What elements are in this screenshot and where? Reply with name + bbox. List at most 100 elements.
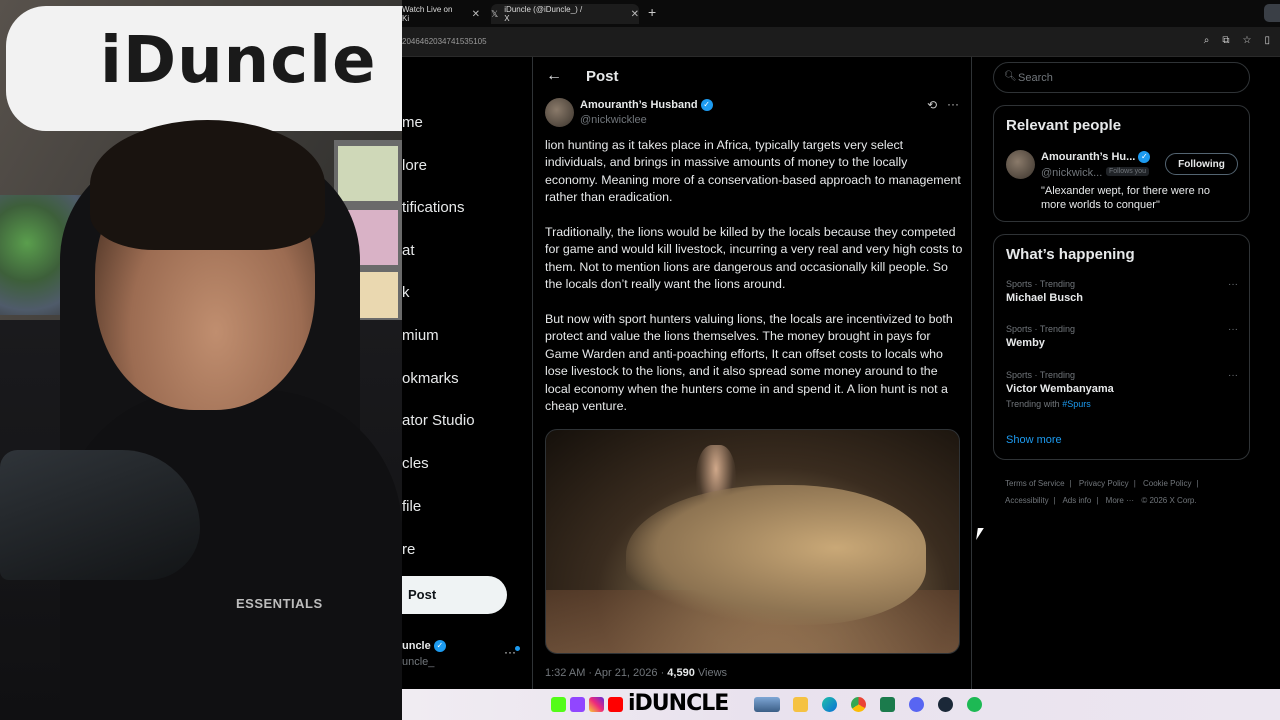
close-icon[interactable]: ✕: [472, 9, 480, 20]
more-options-icon[interactable]: ···: [1228, 324, 1238, 335]
search-input[interactable]: [1018, 69, 1238, 87]
relevant-people-card: Relevant people Amouranth’s Hu... ✓ @nic…: [993, 105, 1250, 222]
author-handle[interactable]: @nickwicklee: [580, 114, 647, 126]
card-title: What’s happening: [1006, 246, 1135, 263]
profile-icon[interactable]: [1264, 4, 1280, 22]
footer-link-privacy[interactable]: Privacy Policy: [1079, 479, 1129, 488]
screen: Watch Live on Ki ✕ 𝕏 iDuncle (@iDuncle_)…: [0, 0, 1280, 720]
post-time[interactable]: 1:32 AM · Apr 21, 2026 ·: [545, 667, 667, 679]
folder-icon[interactable]: [793, 697, 808, 712]
nav-item-home[interactable]: me: [402, 114, 423, 131]
left-navigation: me lore tifications at k mium okmarks at…: [402, 57, 532, 689]
verified-badge-icon: ✓: [1138, 151, 1151, 164]
nav-item-creator-studio[interactable]: ator Studio: [402, 412, 475, 429]
post-header: ← Post: [533, 57, 971, 97]
account-name: uncle: [402, 640, 431, 652]
url-text[interactable]: 2046462034741535105: [402, 37, 487, 46]
new-tab-icon[interactable]: +: [648, 4, 656, 20]
photo-lion: [626, 485, 926, 625]
nav-item-explore[interactable]: lore: [402, 157, 427, 174]
install-icon[interactable]: ⧉: [1222, 35, 1229, 46]
author-name-link[interactable]: Amouranth’s Husband ✓: [580, 99, 713, 112]
sidepanel-icon[interactable]: ▯: [1264, 35, 1270, 46]
mountain-icon[interactable]: [754, 697, 780, 712]
browser-tab-kick[interactable]: Watch Live on Ki ✕: [402, 4, 480, 24]
trending-with: Trending with #Spurs: [1006, 399, 1238, 409]
edge-icon[interactable]: [822, 697, 837, 712]
browser-tab-bar: Watch Live on Ki ✕ 𝕏 iDuncle (@iDuncle_)…: [402, 0, 1280, 27]
trend-item[interactable]: Sports · Trending Michael Busch ···: [1006, 279, 1238, 304]
post-timestamp: 1:32 AM · Apr 21, 2026 · 4,590 Views: [545, 667, 727, 679]
footer-copyright: © 2026 X Corp.: [1141, 496, 1197, 505]
nav-item-more[interactable]: re: [402, 541, 415, 558]
more-options-icon[interactable]: ···: [1228, 279, 1238, 290]
more-options-icon[interactable]: ···: [1228, 370, 1238, 381]
trend-category: Sports · Trending: [1006, 324, 1076, 334]
grok-icon[interactable]: ⟲: [927, 98, 937, 112]
post-photo[interactable]: [545, 429, 960, 654]
zoom-icon[interactable]: ⌕: [1204, 35, 1210, 46]
footer-link-cookie[interactable]: Cookie Policy: [1143, 479, 1191, 488]
nav-item-articles[interactable]: cles: [402, 455, 429, 472]
footer-link-terms[interactable]: Terms of Service: [1005, 479, 1065, 488]
taskbar-brand-text: iDUNCLE: [628, 691, 729, 716]
post-text: lion hunting as it takes place in Africa…: [545, 137, 963, 433]
steam-icon[interactable]: [938, 697, 953, 712]
footer-link-accessibility[interactable]: Accessibility: [1005, 496, 1049, 505]
discord-icon[interactable]: [909, 697, 924, 712]
webcam-overlay: iDuncle ESSENTIALS: [0, 0, 402, 720]
search-box: 🔍︎: [993, 62, 1250, 93]
trend-item[interactable]: Sports · Trending Wemby ···: [1006, 324, 1238, 349]
account-switcher[interactable]: uncle ✓: [402, 640, 446, 653]
trend-category: Sports · Trending: [1006, 370, 1076, 380]
footer-separator: |: [1133, 479, 1136, 488]
nav-item-profile[interactable]: file: [402, 498, 421, 515]
post-paragraph: But now with sport hunters valuing lions…: [545, 312, 953, 414]
twitch-icon[interactable]: [570, 697, 585, 712]
post-button[interactable]: Post: [402, 576, 507, 614]
footer-separator: |: [1069, 479, 1072, 488]
trend-item[interactable]: Sports · Trending Victor Wembanyama Tren…: [1006, 370, 1238, 409]
trending-with-hashtag[interactable]: #Spurs: [1062, 399, 1091, 409]
x-logo-icon: 𝕏: [491, 8, 499, 19]
page-title: Post: [586, 68, 619, 85]
kick-icon[interactable]: [551, 697, 566, 712]
footer-link-ads-info[interactable]: Ads info: [1062, 496, 1091, 505]
author-avatar[interactable]: [545, 98, 574, 127]
person-handle[interactable]: @nickwick...: [1041, 167, 1102, 179]
shirt-text: ESSENTIALS: [236, 596, 323, 611]
post-paragraph: Traditionally, the lions would be killed…: [545, 225, 963, 292]
more-options-icon[interactable]: ···: [947, 97, 959, 111]
nav-item-bookmarks[interactable]: okmarks: [402, 370, 459, 387]
bookmark-star-icon[interactable]: ☆: [1243, 35, 1252, 46]
card-title: Relevant people: [1006, 117, 1122, 134]
footer-link-more[interactable]: More ···: [1106, 496, 1134, 505]
right-sidebar: 🔍︎ Relevant people Amouranth’s Hu... ✓ @…: [972, 57, 1280, 689]
microphone: [0, 450, 200, 580]
browser-tab-x[interactable]: 𝕏 iDuncle (@iDuncle_) / X ✕: [491, 4, 639, 24]
tab-label: Watch Live on Ki: [402, 5, 453, 23]
following-button[interactable]: Following: [1165, 153, 1238, 175]
nav-item-premium[interactable]: mium: [402, 327, 439, 344]
footer-separator: |: [1196, 479, 1199, 488]
views-label: Views: [694, 667, 728, 679]
nav-item-chat[interactable]: at: [402, 242, 415, 259]
nav-item-notifications[interactable]: tifications: [402, 199, 465, 216]
instagram-icon[interactable]: [589, 697, 604, 712]
back-arrow-icon[interactable]: ←: [546, 67, 562, 85]
trend-category: Sports · Trending: [1006, 279, 1076, 289]
footer-separator: |: [1053, 496, 1056, 505]
show-more-link[interactable]: Show more: [1006, 434, 1062, 446]
person-name-link[interactable]: Amouranth’s Hu... ✓: [1041, 151, 1151, 164]
avatar[interactable]: [1006, 150, 1035, 179]
trend-name: Victor Wembanyama: [1006, 383, 1114, 395]
youtube-icon[interactable]: [608, 697, 623, 712]
nav-item-grok[interactable]: k: [402, 284, 410, 301]
app-icon[interactable]: [880, 697, 895, 712]
trend-name: Wemby: [1006, 337, 1045, 349]
spotify-icon[interactable]: [967, 697, 982, 712]
chrome-icon[interactable]: [851, 697, 866, 712]
footer-separator: |: [1096, 496, 1099, 505]
close-icon[interactable]: ✕: [631, 9, 639, 20]
post-detail-column: ← Post Amouranth’s Husband ✓ @nickwickle…: [532, 57, 972, 689]
